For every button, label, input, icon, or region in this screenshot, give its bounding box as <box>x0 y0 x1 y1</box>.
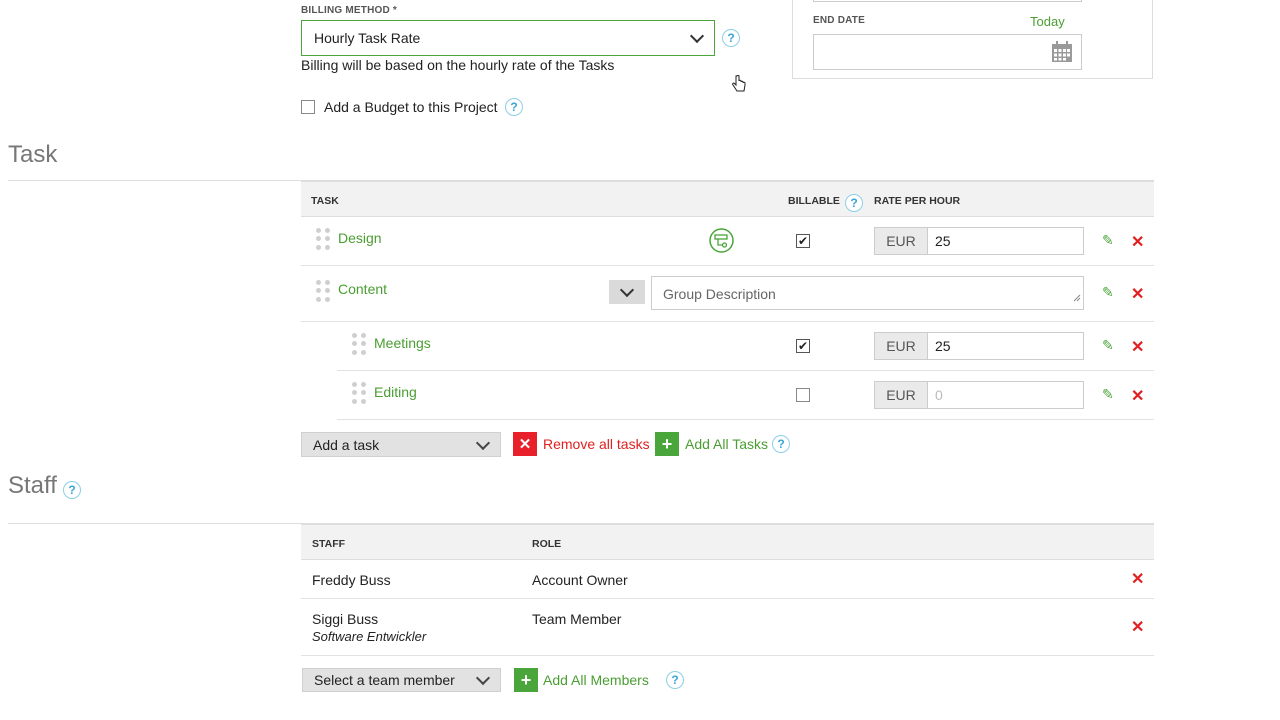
billing-method-label: BILLING METHOD * <box>301 5 397 16</box>
task-table-header: TASK BILLABLE ? RATE PER HOUR <box>301 181 1154 217</box>
add-all-tasks-label: Add All Tasks <box>685 436 769 452</box>
edit-pencil-icon[interactable]: ✎ <box>1102 284 1114 301</box>
today-link[interactable]: Today <box>1030 14 1065 29</box>
staff-help-icon[interactable]: ? <box>63 481 81 499</box>
add-task-label: Add a task <box>313 436 380 453</box>
add-task-select[interactable]: Add a task <box>301 432 501 457</box>
drag-handle-icon[interactable] <box>316 228 330 250</box>
dates-panel: END DATE Today <box>792 0 1153 79</box>
task-col-header: TASK <box>311 195 339 207</box>
edit-pencil-icon[interactable]: ✎ <box>1102 386 1114 403</box>
plus-box-icon: + <box>655 432 679 456</box>
role-col-header: ROLE <box>532 538 562 550</box>
task-group-content: Content Group Description ✎ ✕ <box>301 266 1154 322</box>
remove-task-icon[interactable]: ✕ <box>1131 337 1144 357</box>
staff-name: Siggi Buss <box>312 611 379 627</box>
drag-handle-icon[interactable] <box>352 333 366 355</box>
staff-subtitle: Software Entwickler <box>312 629 427 644</box>
task-section-title: Task <box>8 141 58 168</box>
chevron-down-icon <box>619 282 635 298</box>
select-team-member-label: Select a team member <box>314 672 455 688</box>
resize-grip-icon[interactable] <box>1073 289 1081 307</box>
billing-method-value: Hourly Task Rate <box>314 30 421 46</box>
chevron-down-icon <box>475 670 491 686</box>
edit-pencil-icon[interactable]: ✎ <box>1102 232 1114 249</box>
end-date-input[interactable] <box>813 34 1082 70</box>
add-all-tasks-button[interactable]: + Add All Tasks <box>655 432 768 456</box>
staff-row: Siggi Buss Software Entwickler Team Memb… <box>301 599 1154 656</box>
chevron-down-icon <box>475 435 491 450</box>
hand-cursor-icon <box>732 74 746 98</box>
billable-help-icon[interactable]: ? <box>845 194 863 212</box>
task-row-editing: Editing EUR 0 ✎ ✕ <box>337 371 1154 420</box>
remove-staff-icon[interactable]: ✕ <box>1131 569 1144 589</box>
task-name[interactable]: Meetings <box>374 335 431 351</box>
task-name[interactable]: Content <box>338 281 387 297</box>
task-row-design: Design ✔ EUR 25 ✎ ✕ <box>301 217 1154 266</box>
staff-name: Freddy Buss <box>312 572 391 588</box>
chevron-down-icon <box>689 28 705 44</box>
budget-checkbox[interactable] <box>301 100 315 114</box>
convert-to-group-icon[interactable] <box>709 228 734 258</box>
task-name[interactable]: Design <box>338 230 382 246</box>
currency-label: EUR <box>875 228 928 254</box>
billable-checkbox[interactable]: ✔ <box>796 234 810 248</box>
remove-all-tasks-button[interactable]: ✕ Remove all tasks <box>513 432 650 456</box>
group-description-placeholder: Group Description <box>663 286 776 302</box>
staff-table-header: STAFF ROLE <box>301 524 1154 560</box>
staff-role[interactable]: Account Owner <box>532 572 628 588</box>
staff-section-title: Staff <box>8 472 57 499</box>
remove-all-tasks-label: Remove all tasks <box>543 436 650 452</box>
rate-value[interactable]: 25 <box>928 228 1083 254</box>
billable-checkbox[interactable]: ✔ <box>796 339 810 353</box>
remove-staff-icon[interactable]: ✕ <box>1131 617 1144 637</box>
remove-task-icon[interactable]: ✕ <box>1131 232 1144 252</box>
group-description-textarea[interactable]: Group Description <box>651 276 1084 310</box>
rate-value[interactable]: 0 <box>928 382 1083 408</box>
rate-col-header: RATE PER HOUR <box>874 195 961 207</box>
select-team-member-select[interactable]: Select a team member <box>302 668 501 692</box>
currency-label: EUR <box>875 382 928 408</box>
billable-checkbox[interactable] <box>796 388 810 402</box>
plus-box-icon: + <box>514 668 538 692</box>
staff-row: Freddy Buss Account Owner ✕ <box>301 560 1154 599</box>
times-box-icon: ✕ <box>513 432 537 456</box>
billing-description: Billing will be based on the hourly rate… <box>301 57 615 73</box>
billing-help-icon[interactable]: ? <box>722 29 740 47</box>
budget-help-icon[interactable]: ? <box>505 98 523 116</box>
task-row-meetings: Meetings ✔ EUR 25 ✎ ✕ <box>337 322 1154 371</box>
budget-checkbox-label: Add a Budget to this Project <box>324 99 498 115</box>
task-name[interactable]: Editing <box>374 384 417 400</box>
end-date-label: END DATE <box>813 15 865 26</box>
add-all-members-button[interactable]: + Add All Members <box>514 668 649 692</box>
start-date-input-edge <box>813 0 1082 2</box>
group-toggle-button[interactable] <box>609 280 645 304</box>
remove-task-icon[interactable]: ✕ <box>1131 284 1144 304</box>
currency-label: EUR <box>875 333 928 359</box>
rate-input[interactable]: EUR 25 <box>874 332 1084 360</box>
drag-handle-icon[interactable] <box>316 280 330 302</box>
billable-col-header: BILLABLE <box>788 195 840 207</box>
rate-input[interactable]: EUR 25 <box>874 227 1084 255</box>
staff-col-header: STAFF <box>312 538 346 550</box>
staff-role[interactable]: Team Member <box>532 611 621 627</box>
calendar-icon[interactable] <box>1051 41 1073 68</box>
remove-task-icon[interactable]: ✕ <box>1131 386 1144 406</box>
rate-input[interactable]: EUR 0 <box>874 381 1084 409</box>
add-all-members-help-icon[interactable]: ? <box>666 671 684 689</box>
budget-checkbox-row[interactable]: Add a Budget to this Project <box>301 99 498 115</box>
edit-pencil-icon[interactable]: ✎ <box>1102 337 1114 354</box>
add-all-members-label: Add All Members <box>543 672 649 688</box>
add-all-tasks-help-icon[interactable]: ? <box>772 435 790 453</box>
billing-method-select[interactable]: Hourly Task Rate <box>301 20 715 56</box>
drag-handle-icon[interactable] <box>352 382 366 404</box>
rate-value[interactable]: 25 <box>928 333 1083 359</box>
